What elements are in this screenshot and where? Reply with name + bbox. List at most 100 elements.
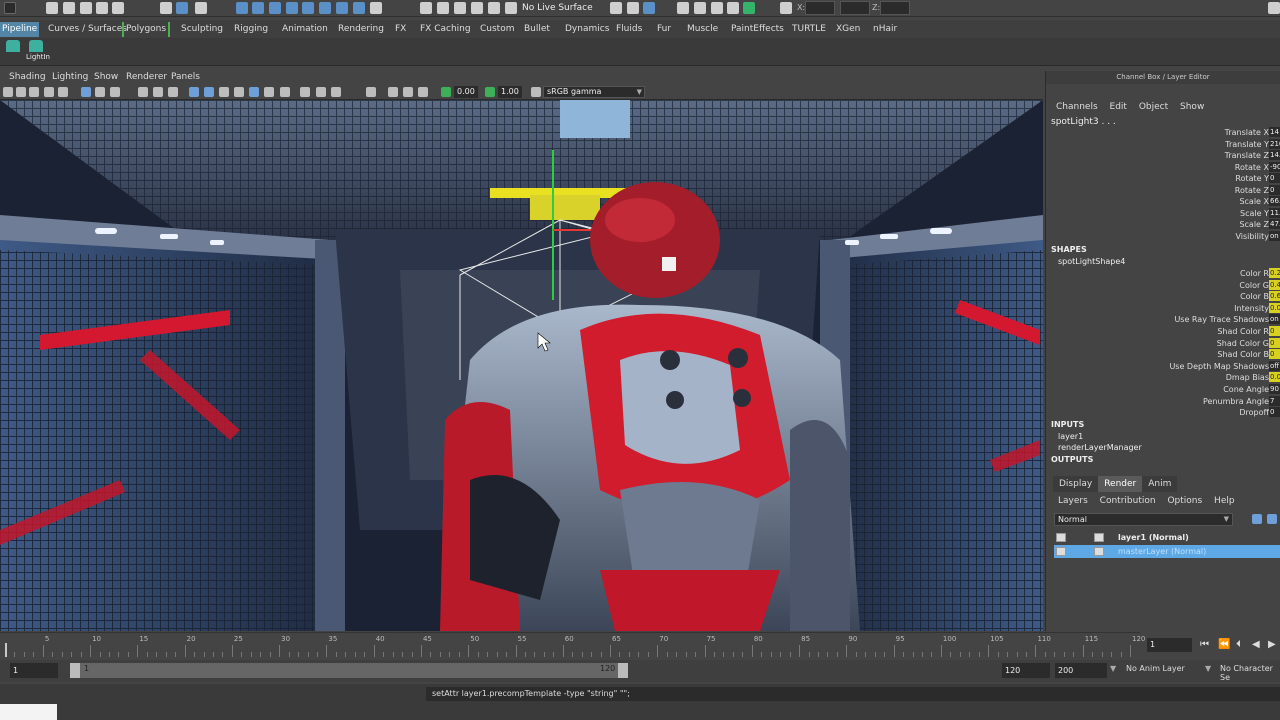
shelf-light-button[interactable] (3, 40, 23, 64)
attribute-row[interactable]: Use Ray Trace Shadows on (1046, 314, 1280, 325)
save-scene-icon[interactable] (80, 2, 92, 14)
make-live-icon[interactable] (488, 2, 500, 14)
attribute-row[interactable]: Translate Z14. (1046, 150, 1280, 161)
attribute-row[interactable]: Rotate X -90 (1046, 161, 1280, 173)
toggle-sidebar-icon[interactable] (1268, 2, 1280, 14)
live-surface-icon[interactable] (505, 2, 517, 14)
attribute-name[interactable]: Scale X (1069, 196, 1269, 207)
tab-animation[interactable]: Animation (280, 22, 330, 37)
attribute-value[interactable]: 0 (1269, 173, 1280, 183)
snap-grid-icon[interactable] (420, 2, 432, 14)
move-layer-down-icon[interactable] (1267, 514, 1277, 524)
wireframe-icon[interactable] (189, 87, 199, 97)
attribute-value[interactable]: 66. (1269, 196, 1280, 206)
attribute-name[interactable]: Visibility (1069, 231, 1269, 242)
attribute-name[interactable]: Scale Y (1069, 208, 1269, 219)
select-surfaces-icon[interactable] (302, 2, 314, 14)
tab-render[interactable]: Render (1098, 476, 1143, 492)
anti-aliasing-icon[interactable] (316, 87, 326, 97)
attribute-value[interactable]: 0.0 (1269, 372, 1280, 383)
attribute-value[interactable]: 7 (1269, 395, 1280, 406)
select-dynamics-icon[interactable] (336, 2, 348, 14)
tab-xgen[interactable]: XGen (834, 22, 862, 37)
default-material-icon[interactable] (219, 87, 229, 97)
attribute-value[interactable]: 0 (1269, 349, 1280, 360)
undo-icon[interactable] (96, 2, 108, 14)
range-end-handle[interactable] (618, 663, 628, 678)
menu-channels[interactable]: Channels (1056, 102, 1098, 112)
playback-end-field[interactable]: 120 (1002, 663, 1050, 678)
image-plane-icon[interactable] (44, 87, 54, 97)
shape-node-name[interactable]: spotLightShape4 (1058, 257, 1125, 266)
attribute-name[interactable]: Use Ray Trace Shadows (1069, 314, 1269, 325)
tab-bullet[interactable]: Bullet (522, 22, 552, 37)
render-toggle-icon[interactable] (1056, 547, 1066, 556)
tab-turtle[interactable]: TURTLE (790, 22, 828, 37)
attribute-row[interactable]: Color G 0.4 (1046, 279, 1280, 291)
attribute-row[interactable]: Translate Y216 (1046, 138, 1280, 150)
attribute-value[interactable]: on (1269, 314, 1280, 325)
x-input[interactable] (805, 1, 835, 15)
tab-polygons[interactable]: Polygons (122, 22, 171, 37)
tab-dynamics[interactable]: Dynamics (563, 22, 611, 37)
tab-rigging[interactable]: Rigging (232, 22, 270, 37)
layer-attributes-icon[interactable] (1094, 533, 1104, 542)
attribute-name[interactable]: Color R (1069, 268, 1269, 279)
smooth-shade-icon[interactable] (204, 87, 214, 97)
attribute-row[interactable]: Shad Color B0 (1046, 349, 1280, 360)
attribute-row[interactable]: Dropoff 0 (1046, 407, 1280, 418)
anim-layer-dropdown-arrow[interactable]: ▼ (1110, 664, 1116, 673)
lock-selection-icon[interactable] (370, 2, 382, 14)
tab-sculpting[interactable]: Sculpting (179, 22, 225, 37)
attribute-value[interactable]: 0 (1269, 337, 1280, 348)
render-view-icon[interactable] (677, 2, 689, 14)
pick-mask-icon[interactable] (236, 2, 248, 14)
attribute-name[interactable]: Rotate Y (1069, 173, 1269, 184)
select-component-icon[interactable] (195, 2, 207, 14)
attribute-name[interactable]: Translate Y (1069, 139, 1269, 150)
attribute-name[interactable]: Translate Z (1069, 150, 1269, 161)
gamma-field[interactable]: 1.00 (498, 86, 522, 98)
resolution-gate-icon[interactable] (110, 87, 120, 97)
attribute-row[interactable]: Shad Color R0 (1046, 326, 1280, 337)
textured-icon[interactable] (234, 87, 244, 97)
attribute-name[interactable]: Rotate X (1069, 162, 1269, 173)
attribute-row[interactable]: Rotate Z0 (1046, 184, 1280, 196)
depth-of-field-icon[interactable] (331, 87, 341, 97)
tab-fx[interactable]: FX (393, 22, 408, 37)
attribute-row[interactable]: Scale X66. (1046, 196, 1280, 207)
attribute-value[interactable]: 14. (1269, 150, 1280, 160)
attribute-name[interactable]: Intensity (1069, 303, 1269, 314)
select-hierarchy-icon[interactable] (160, 2, 172, 14)
animation-start-field[interactable]: 1 (10, 663, 58, 678)
attribute-name[interactable]: Use Depth Map Shadows (1069, 361, 1269, 372)
select-rendering-icon[interactable] (353, 2, 365, 14)
attribute-name[interactable]: Shad Color B (1069, 349, 1269, 360)
xray-icon[interactable] (388, 87, 398, 97)
tab-custom[interactable]: Custom (478, 22, 516, 37)
attribute-name[interactable]: Shad Color G (1069, 338, 1269, 349)
bookmark-icon[interactable] (29, 87, 39, 97)
viewport-3d[interactable] (0, 100, 1043, 631)
menu-lighting[interactable]: Lighting (52, 72, 88, 82)
tab-pipeline[interactable]: Pipeline (0, 22, 40, 37)
attribute-value[interactable]: 90 (1269, 384, 1280, 394)
attribute-value[interactable]: 0 (1269, 326, 1280, 336)
attribute-row[interactable]: Color R 0.2 (1046, 268, 1280, 279)
tab-fluids[interactable]: Fluids (614, 22, 644, 37)
gate-mask-icon[interactable] (138, 87, 148, 97)
attribute-value[interactable]: 14 (1269, 127, 1280, 137)
attribute-value[interactable]: 0.2 (1269, 268, 1280, 278)
exposure-field[interactable]: 0.00 (454, 86, 478, 98)
attribute-row[interactable]: Rotate Y0 (1046, 173, 1280, 184)
layer-name[interactable]: masterLayer (Normal) (1118, 545, 1206, 558)
attribute-value[interactable]: off (1269, 360, 1280, 371)
menu-panels[interactable]: Panels (171, 72, 200, 82)
play-forward-icon[interactable]: ▶ (1268, 639, 1276, 650)
attribute-row[interactable]: Visibility on (1046, 230, 1280, 242)
select-handles-icon[interactable] (252, 2, 264, 14)
anim-layer-dropdown[interactable]: No Anim Layer (1126, 664, 1185, 673)
tab-fx-caching[interactable]: FX Caching (418, 22, 473, 37)
attribute-value[interactable]: 0.6 (1269, 291, 1280, 302)
motion-blur-icon[interactable] (300, 87, 310, 97)
